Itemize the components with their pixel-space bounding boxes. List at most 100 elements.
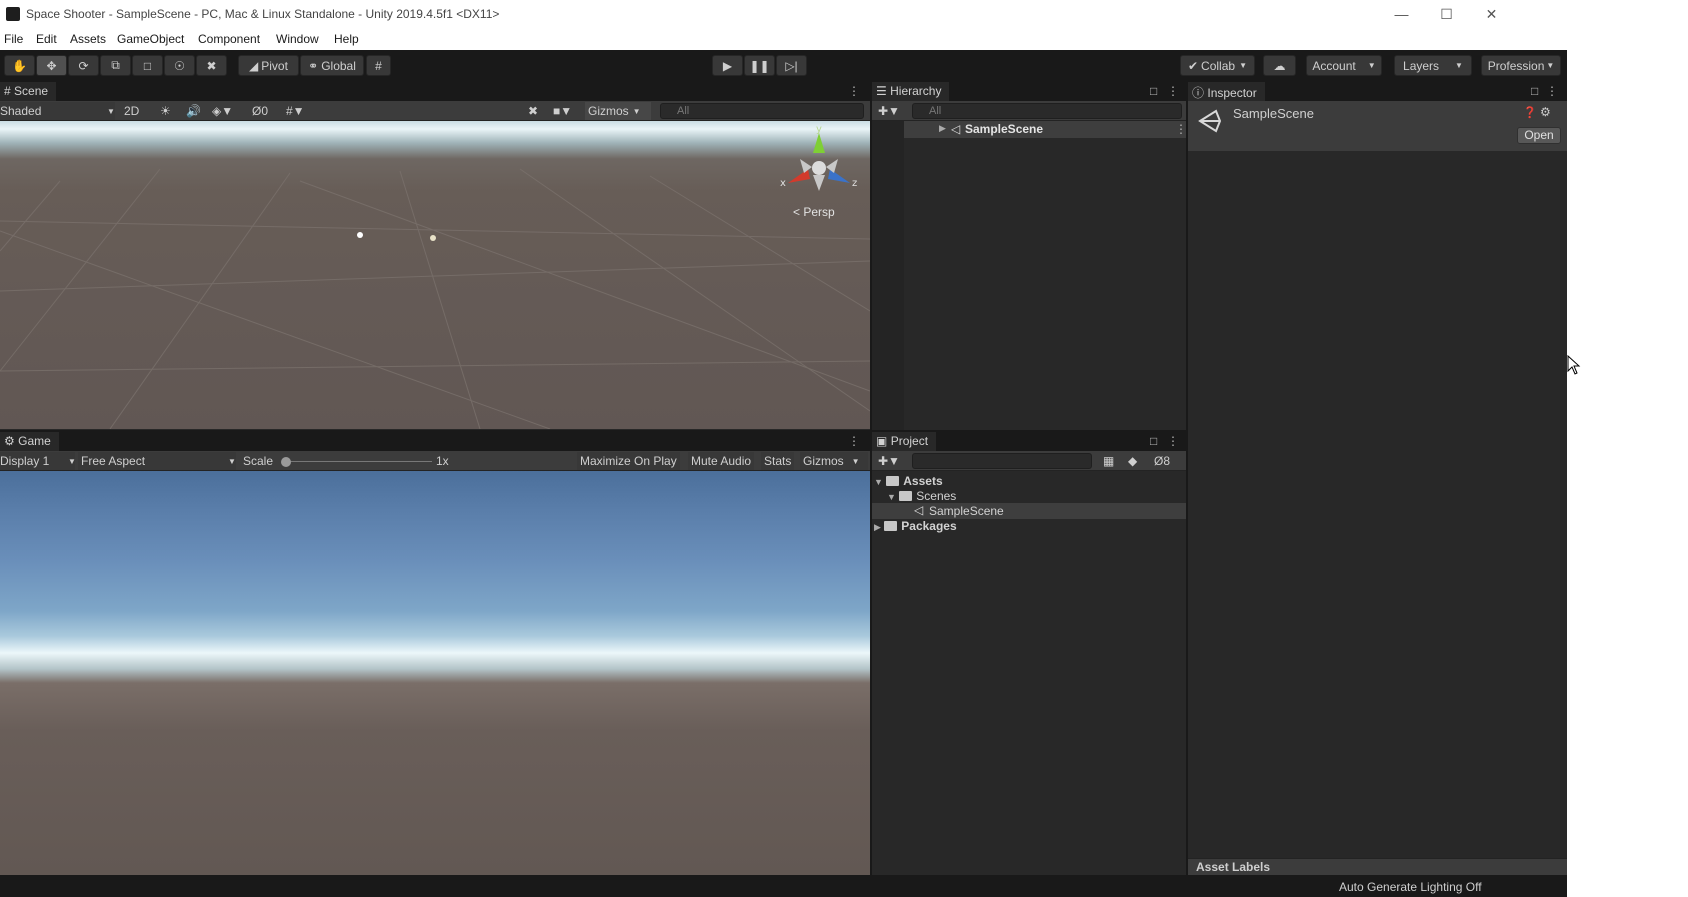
create-dropdown-icon[interactable]: ✚▼ xyxy=(878,452,900,470)
lock-icon[interactable]: □ xyxy=(1150,84,1157,98)
scene-toolbar: Shaded ▼ 2D ☀ 🔊 ◈▼ Ø 0 #▼ ✖ ■▼ Gizmos ▼ … xyxy=(0,101,870,121)
collab-dropdown[interactable]: ✔ Collab ▼ xyxy=(1180,55,1255,76)
asset-labels-bar[interactable]: Asset Labels xyxy=(1188,858,1567,875)
maximize-on-play-toggle[interactable]: Maximize On Play xyxy=(577,452,680,470)
tree-item-samplescene[interactable]: ◁ SampleScene xyxy=(872,503,1186,519)
scale-slider-handle[interactable] xyxy=(281,457,291,467)
hierarchy-row[interactable]: ▶ ◁ SampleScene ⋮ xyxy=(904,121,1187,138)
kebab-menu-icon[interactable]: ⋮ xyxy=(1167,434,1179,448)
minimize-button[interactable]: — xyxy=(1379,0,1424,28)
gear-icon[interactable]: ⚙ xyxy=(1540,105,1551,119)
hierarchy-search-input[interactable]: All xyxy=(912,103,1182,119)
kebab-menu-icon[interactable]: ⋮ xyxy=(1546,84,1558,98)
rotate-tool-icon[interactable]: ⟳ xyxy=(68,55,99,76)
tree-item-packages[interactable]: ▶ Packages xyxy=(874,519,957,533)
layout-label: Profession xyxy=(1487,58,1545,73)
hand-tool-icon[interactable]: ✋ xyxy=(4,55,35,76)
mute-audio-toggle[interactable]: Mute Audio xyxy=(688,452,755,470)
aspect-dropdown[interactable]: Free Aspect ▼ xyxy=(78,452,236,470)
shading-dropdown[interactable]: Shaded ▼ xyxy=(0,102,115,120)
lighting-status[interactable]: Auto Generate Lighting Off xyxy=(1339,880,1482,894)
unity-logo-icon xyxy=(1198,109,1222,133)
mute-label: Mute Audio xyxy=(691,454,752,468)
filter-label-icon[interactable]: ◆ xyxy=(1128,452,1137,470)
menu-edit[interactable]: Edit xyxy=(36,32,57,46)
grid-snap-icon[interactable]: # xyxy=(366,55,391,76)
game-gizmos-dropdown[interactable]: Gizmos ▼ xyxy=(800,452,868,470)
expand-arrow-icon[interactable]: ▼ xyxy=(887,492,896,502)
expand-arrow-icon[interactable]: ▼ xyxy=(874,477,883,487)
expand-arrow-icon[interactable]: ▶ xyxy=(939,123,946,134)
tree-label: SampleScene xyxy=(929,504,1004,518)
help-icon[interactable]: ❓ xyxy=(1523,106,1537,119)
layers-dropdown[interactable]: Layers ▼ xyxy=(1394,55,1472,76)
tree-label: Packages xyxy=(901,519,957,533)
menu-help[interactable]: Help xyxy=(334,32,359,46)
stats-toggle[interactable]: Stats xyxy=(761,452,795,470)
rect-tool-icon[interactable]: □ xyxy=(132,55,163,76)
display-dropdown[interactable]: Display 1 ▼ xyxy=(0,452,76,470)
custom-tool-icon[interactable]: ✖ xyxy=(196,55,227,76)
tree-item-assets[interactable]: ▼ Assets xyxy=(874,474,943,488)
tools-icon[interactable]: ✖ xyxy=(528,102,538,120)
lock-icon[interactable]: □ xyxy=(1150,434,1157,448)
scale-tool-icon[interactable]: ⧉ xyxy=(100,55,131,76)
account-dropdown[interactable]: Account ▼ xyxy=(1306,55,1382,76)
project-search-input[interactable] xyxy=(912,453,1092,469)
step-button[interactable]: ▷| xyxy=(776,55,807,76)
chevron-down-icon: ▼ xyxy=(68,456,76,466)
cloud-button[interactable]: ☁ xyxy=(1263,55,1296,76)
audio-icon[interactable]: 🔊 xyxy=(186,102,201,120)
project-toolbar: ✚▼ ▦ ◆ Ø 8 xyxy=(872,451,1186,471)
lock-icon[interactable]: □ xyxy=(1531,84,1538,98)
camera-icon[interactable]: ■▼ xyxy=(553,102,572,120)
tab-project[interactable]: ▣ Project xyxy=(872,432,937,452)
tab-scene[interactable]: # Scene xyxy=(0,82,57,102)
menu-gameobject[interactable]: GameObject xyxy=(117,32,184,46)
global-toggle[interactable]: ⚭ Global xyxy=(300,55,364,76)
game-tabbar: ⚙ Game ⋮ xyxy=(0,432,870,452)
gizmos-dropdown[interactable]: Gizmos ▼ xyxy=(585,102,651,120)
layers-label: Layers xyxy=(1403,58,1440,73)
collab-label: Collab xyxy=(1201,58,1236,73)
expand-arrow-icon[interactable]: ▶ xyxy=(874,522,881,532)
move-tool-icon[interactable]: ✥ xyxy=(36,55,67,76)
kebab-menu-icon[interactable]: ⋮ xyxy=(1175,122,1187,136)
maximize-button[interactable]: ☐ xyxy=(1424,0,1469,28)
toggle-2d[interactable]: 2D xyxy=(124,102,139,120)
open-button[interactable]: Open xyxy=(1517,127,1561,144)
menu-window[interactable]: Window xyxy=(276,32,319,46)
hidden-objects-toggle[interactable]: Ø 0 xyxy=(252,102,268,120)
axis-gizmo-icon[interactable]: y x z xyxy=(774,125,864,215)
project-tab-label: Project xyxy=(890,434,929,448)
tab-game[interactable]: ⚙ Game xyxy=(0,432,59,452)
effects-icon[interactable]: ◈▼ xyxy=(212,102,233,120)
game-viewport[interactable] xyxy=(0,471,870,875)
scale-slider-track[interactable] xyxy=(286,461,432,462)
kebab-menu-icon[interactable]: ⋮ xyxy=(848,434,860,448)
scene-viewport[interactable]: y x z < Persp xyxy=(0,121,870,429)
grid-icon[interactable]: #▼ xyxy=(286,102,305,120)
transform-tool-icon[interactable]: ☉ xyxy=(164,55,195,76)
layout-dropdown[interactable]: Profession ▼ xyxy=(1481,55,1561,76)
gizmos-label: Gizmos xyxy=(588,104,629,118)
scene-search-input[interactable]: All xyxy=(660,103,864,119)
scene-panel: # Scene ⋮ Shaded ▼ 2D ☀ 🔊 ◈▼ Ø 0 #▼ ✖ ■▼ xyxy=(0,82,870,430)
close-button[interactable]: ✕ xyxy=(1469,0,1514,28)
create-dropdown-icon[interactable]: ✚▼ xyxy=(878,102,900,120)
filter-type-icon[interactable]: ▦ xyxy=(1103,452,1114,470)
lighting-icon[interactable]: ☀ xyxy=(160,102,171,120)
tree-item-scenes[interactable]: ▼ Scenes xyxy=(887,489,956,503)
pause-button[interactable]: ❚❚ xyxy=(744,55,775,76)
kebab-menu-icon[interactable]: ⋮ xyxy=(848,84,860,98)
hidden-packages-toggle[interactable]: Ø 8 xyxy=(1154,452,1170,470)
menu-assets[interactable]: Assets xyxy=(70,32,106,46)
pivot-toggle[interactable]: ◢ Pivot xyxy=(238,55,299,76)
tab-hierarchy[interactable]: ☰ Hierarchy xyxy=(872,82,950,102)
menu-file[interactable]: File xyxy=(4,32,23,46)
kebab-menu-icon[interactable]: ⋮ xyxy=(1167,84,1179,98)
perspective-toggle[interactable]: < Persp xyxy=(793,205,835,219)
play-button[interactable]: ▶ xyxy=(712,55,743,76)
tab-inspector[interactable]: ⓘ Inspector xyxy=(1188,82,1265,102)
menu-component[interactable]: Component xyxy=(198,32,260,46)
